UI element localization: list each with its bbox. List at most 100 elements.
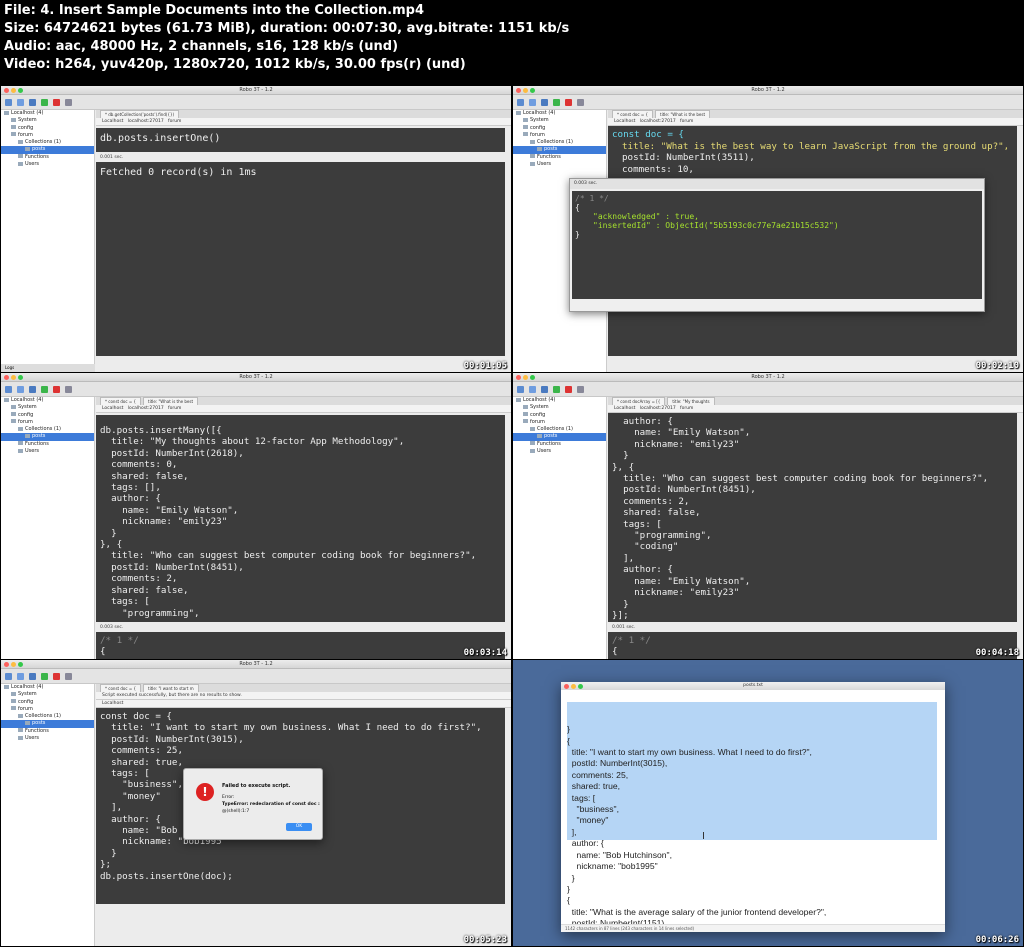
close-window-icon[interactable] bbox=[4, 88, 9, 93]
rotate-icon[interactable] bbox=[65, 386, 72, 393]
tree-users[interactable]: Users bbox=[1, 448, 94, 455]
tab-bar: * db.getCollection('posts').find({}) bbox=[96, 110, 511, 119]
stop-icon[interactable] bbox=[53, 386, 60, 393]
query-editor[interactable]: author: { name: "Emily Watson", nickname… bbox=[608, 413, 1017, 622]
save-icon[interactable] bbox=[29, 673, 36, 680]
tree-posts[interactable]: posts bbox=[513, 146, 606, 154]
tree-system[interactable]: System bbox=[1, 117, 94, 124]
open-icon[interactable] bbox=[529, 386, 536, 393]
ok-button[interactable]: OK bbox=[286, 823, 312, 831]
stop-icon[interactable] bbox=[565, 99, 572, 106]
tree-users[interactable]: Users bbox=[513, 448, 606, 455]
tree-config[interactable]: config bbox=[1, 412, 94, 419]
tree-functions[interactable]: Functions bbox=[1, 154, 94, 161]
close-window-icon[interactable] bbox=[516, 375, 521, 380]
zoom-window-icon[interactable] bbox=[18, 88, 23, 93]
tree-users[interactable]: Users bbox=[513, 161, 606, 168]
run-icon[interactable] bbox=[553, 386, 560, 393]
close-window-icon[interactable] bbox=[564, 684, 569, 689]
tree-collections[interactable]: Collections (1) bbox=[513, 139, 606, 146]
tree-system[interactable]: System bbox=[513, 404, 606, 411]
tree-config[interactable]: config bbox=[1, 125, 94, 132]
tree-system[interactable]: System bbox=[1, 404, 94, 411]
zoom-window-icon[interactable] bbox=[530, 375, 535, 380]
tree-config[interactable]: config bbox=[1, 699, 94, 706]
tree-functions[interactable]: Functions bbox=[513, 154, 606, 161]
open-icon[interactable] bbox=[17, 99, 24, 106]
logs-tab[interactable]: Logs bbox=[1, 364, 95, 372]
tree-forum[interactable]: forum bbox=[1, 132, 94, 139]
tree-functions[interactable]: Functions bbox=[1, 728, 94, 735]
minimize-window-icon[interactable] bbox=[523, 375, 528, 380]
tree-config[interactable]: config bbox=[513, 125, 606, 132]
close-window-icon[interactable] bbox=[516, 88, 521, 93]
conn-host: Localhost bbox=[102, 119, 124, 124]
tree-collections[interactable]: Collections (1) bbox=[1, 139, 94, 146]
run-icon[interactable] bbox=[41, 99, 48, 106]
connect-icon[interactable] bbox=[5, 99, 12, 106]
connect-icon[interactable] bbox=[517, 386, 524, 393]
save-icon[interactable] bbox=[541, 99, 548, 106]
run-icon[interactable] bbox=[41, 673, 48, 680]
tree-config[interactable]: config bbox=[513, 412, 606, 419]
stop-icon[interactable] bbox=[53, 673, 60, 680]
zoom-window-icon[interactable] bbox=[18, 662, 23, 667]
minimize-window-icon[interactable] bbox=[523, 88, 528, 93]
tree-collections[interactable]: Collections (1) bbox=[1, 713, 94, 720]
rotate-icon[interactable] bbox=[65, 99, 72, 106]
run-icon[interactable] bbox=[553, 99, 560, 106]
code-line: } bbox=[567, 883, 570, 894]
tree-system[interactable]: System bbox=[513, 117, 606, 124]
connect-icon[interactable] bbox=[517, 99, 524, 106]
rotate-icon[interactable] bbox=[577, 99, 584, 106]
tree-localhost[interactable]: Localhost (4) bbox=[513, 110, 606, 117]
query-editor[interactable]: db.posts.insertOne() bbox=[96, 128, 505, 152]
connect-icon[interactable] bbox=[5, 386, 12, 393]
tree-forum[interactable]: forum bbox=[513, 132, 606, 139]
tree-localhost[interactable]: Localhost (4) bbox=[1, 397, 94, 404]
tree-localhost[interactable]: Localhost (4) bbox=[1, 110, 94, 117]
connect-icon[interactable] bbox=[5, 673, 12, 680]
open-icon[interactable] bbox=[529, 99, 536, 106]
text-area[interactable]: }{ title: "I want to start my own busine… bbox=[567, 690, 937, 924]
tree-posts[interactable]: posts bbox=[513, 433, 606, 441]
tree-localhost[interactable]: Localhost (4) bbox=[1, 684, 94, 691]
open-icon[interactable] bbox=[17, 673, 24, 680]
minimize-window-icon[interactable] bbox=[11, 88, 16, 93]
status-message: Script executed successfully, but there … bbox=[96, 692, 511, 700]
close-window-icon[interactable] bbox=[4, 662, 9, 667]
save-icon[interactable] bbox=[29, 99, 36, 106]
tree-posts[interactable]: posts bbox=[1, 146, 94, 154]
zoom-window-icon[interactable] bbox=[18, 375, 23, 380]
tree-forum[interactable]: forum bbox=[1, 706, 94, 713]
tree-users[interactable]: Users bbox=[1, 735, 94, 742]
tree-collections[interactable]: Collections (1) bbox=[1, 426, 94, 433]
timestamp: 00:01:05 bbox=[463, 361, 507, 371]
tree-posts[interactable]: posts bbox=[1, 433, 94, 441]
minimize-window-icon[interactable] bbox=[11, 375, 16, 380]
tree-posts[interactable]: posts bbox=[1, 720, 94, 728]
zoom-window-icon[interactable] bbox=[578, 684, 583, 689]
open-icon[interactable] bbox=[17, 386, 24, 393]
rotate-icon[interactable] bbox=[65, 673, 72, 680]
tree-system[interactable]: System bbox=[1, 691, 94, 698]
tree-localhost[interactable]: Localhost (4) bbox=[513, 397, 606, 404]
stop-icon[interactable] bbox=[53, 99, 60, 106]
run-icon[interactable] bbox=[41, 386, 48, 393]
minimize-window-icon[interactable] bbox=[571, 684, 576, 689]
tree-collections[interactable]: Collections (1) bbox=[513, 426, 606, 433]
stop-icon[interactable] bbox=[565, 386, 572, 393]
tree-functions[interactable]: Functions bbox=[513, 441, 606, 448]
tree-users[interactable]: Users bbox=[1, 161, 94, 168]
close-window-icon[interactable] bbox=[4, 375, 9, 380]
tree-functions[interactable]: Functions bbox=[1, 441, 94, 448]
minimize-window-icon[interactable] bbox=[11, 662, 16, 667]
tree-forum[interactable]: forum bbox=[1, 419, 94, 426]
result-line: /* 1 */ bbox=[575, 194, 609, 203]
tree-forum[interactable]: forum bbox=[513, 419, 606, 426]
query-editor[interactable]: db.posts.insertMany([{ title: "My though… bbox=[96, 415, 505, 622]
rotate-icon[interactable] bbox=[577, 386, 584, 393]
zoom-window-icon[interactable] bbox=[530, 88, 535, 93]
save-icon[interactable] bbox=[29, 386, 36, 393]
save-icon[interactable] bbox=[541, 386, 548, 393]
